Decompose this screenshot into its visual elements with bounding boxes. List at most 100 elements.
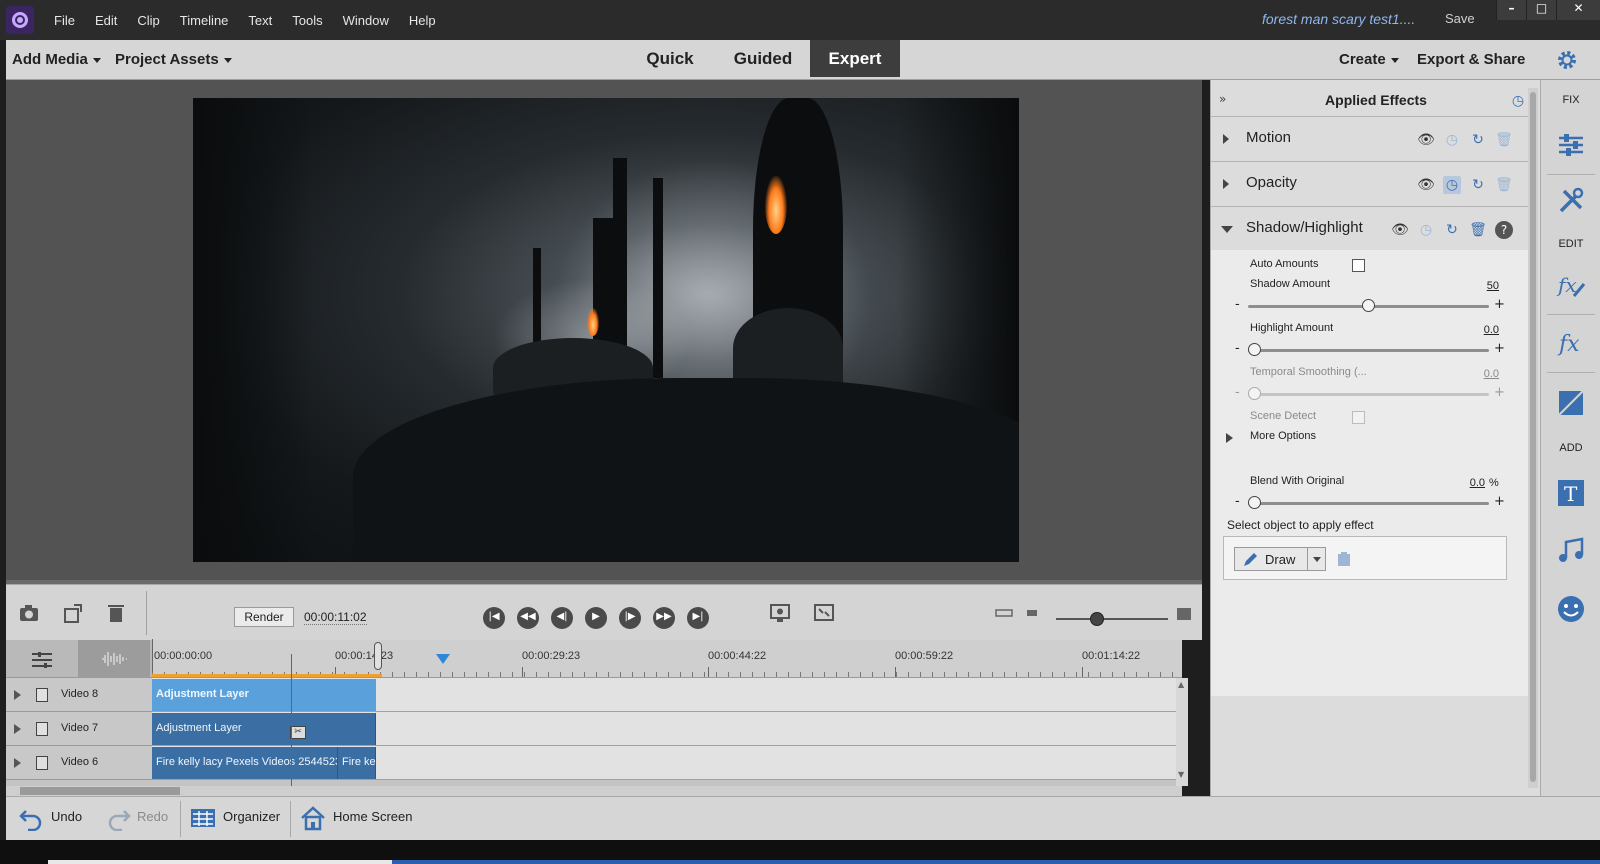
timeline-clip[interactable]: Fire ke [338, 747, 376, 779]
track-header-video-6[interactable]: Video 6 [6, 746, 152, 780]
work-area-end-handle[interactable] [374, 642, 382, 670]
add-media-button[interactable]: Add Media [12, 51, 101, 68]
minimize-button[interactable]: – [1496, 0, 1526, 20]
titles-text-icon[interactable]: T [1556, 478, 1586, 508]
menu-tools[interactable]: Tools [282, 13, 332, 28]
eye-icon[interactable]: 👁 [1391, 221, 1409, 239]
track-header-video-7[interactable]: Video 7 [6, 712, 152, 746]
stopwatch-icon[interactable]: ◷ [1443, 176, 1461, 194]
fast-forward-button[interactable]: ▶▶ [653, 607, 675, 629]
slider-knob[interactable] [1248, 343, 1261, 356]
help-icon[interactable]: ? [1495, 221, 1513, 239]
menu-timeline[interactable]: Timeline [170, 13, 239, 28]
track-options-icon[interactable] [30, 650, 54, 670]
decrease-icon[interactable]: - [1235, 341, 1240, 356]
undo-button[interactable]: Undo [51, 809, 82, 824]
eye-icon[interactable]: 👁 [1417, 176, 1435, 194]
timeline-clip[interactable]: Adjustment Layer [152, 713, 376, 745]
menu-help[interactable]: Help [399, 13, 446, 28]
reset-icon[interactable]: ↻ [1469, 131, 1487, 149]
trash-icon[interactable] [104, 601, 128, 625]
highlight-amount-slider[interactable] [1248, 343, 1489, 356]
clipboard-icon[interactable] [1336, 551, 1352, 567]
zoom-out-icon[interactable] [994, 605, 1014, 621]
music-note-icon[interactable] [1556, 536, 1586, 566]
redo-button[interactable]: Redo [137, 809, 168, 824]
track-header-video-8[interactable]: Video 8 [6, 678, 152, 712]
home-screen-button[interactable]: Home Screen [333, 809, 412, 824]
scroll-up-icon[interactable]: ▲ [1178, 680, 1184, 689]
chevron-down-icon[interactable] [1313, 557, 1321, 562]
graphics-smiley-icon[interactable] [1556, 594, 1586, 624]
rewind-button[interactable]: ◀◀ [517, 607, 539, 629]
tools-icon[interactable] [1556, 186, 1586, 216]
go-to-start-button[interactable]: |◀ [483, 607, 505, 629]
effect-row-opacity[interactable]: Opacity 👁 ◷ ↻ 🗑 [1211, 161, 1529, 206]
step-forward-button[interactable]: |▶ [619, 607, 641, 629]
tab-expert[interactable]: Expert [810, 40, 900, 77]
play-button[interactable]: ▶ [585, 607, 607, 629]
reset-icon[interactable]: ↻ [1469, 176, 1487, 194]
expand-effect-icon[interactable] [1223, 179, 1229, 189]
rotate-clip-icon[interactable] [62, 601, 86, 625]
more-options-expand-icon[interactable] [1226, 433, 1233, 443]
render-button[interactable]: Render [234, 607, 294, 627]
zoom-small-icon[interactable] [1026, 607, 1038, 619]
effects-edit-icon[interactable]: fx [1556, 270, 1586, 300]
increase-icon[interactable]: + [1494, 341, 1505, 356]
transitions-icon[interactable] [1556, 388, 1586, 418]
current-timecode[interactable]: 00:00:11:02 [304, 610, 367, 625]
stopwatch-icon[interactable]: ◷ [1443, 131, 1461, 149]
trash-icon[interactable]: 🗑 [1495, 176, 1513, 194]
decrease-icon[interactable]: - [1235, 494, 1240, 509]
effect-row-motion[interactable]: Motion 👁 ◷ ↻ 🗑 [1211, 116, 1529, 161]
blend-slider[interactable] [1248, 496, 1489, 509]
gear-icon[interactable] [1556, 49, 1578, 71]
scroll-thumb[interactable] [20, 787, 180, 795]
expand-track-icon[interactable] [14, 690, 21, 700]
export-share-button[interactable]: Export & Share [1417, 51, 1525, 68]
expand-effect-icon[interactable] [1223, 134, 1229, 144]
go-to-end-button[interactable]: ▶| [687, 607, 709, 629]
track-lane-video-7[interactable]: Adjustment Layer ✂ [152, 712, 1182, 746]
timeline-zoom-slider[interactable] [1056, 612, 1168, 626]
shadow-amount-slider[interactable] [1248, 299, 1489, 312]
fullscreen-icon[interactable] [812, 601, 836, 625]
tab-guided[interactable]: Guided [718, 40, 808, 77]
blend-value[interactable]: 0.0 [1461, 477, 1485, 489]
project-assets-button[interactable]: Project Assets [115, 51, 232, 68]
menu-clip[interactable]: Clip [127, 13, 169, 28]
expand-track-icon[interactable] [14, 724, 21, 734]
effects-panel-scrollbar[interactable] [1528, 88, 1538, 788]
create-button[interactable]: Create [1339, 51, 1399, 68]
highlight-amount-value[interactable]: 0.0 [1471, 324, 1499, 336]
increase-icon[interactable]: + [1494, 494, 1505, 509]
playhead-line[interactable] [291, 654, 292, 786]
render-preview-icon[interactable] [768, 601, 792, 625]
timeline-clip[interactable]: Adjustment Layer [152, 679, 376, 711]
reset-icon[interactable]: ↻ [1443, 221, 1461, 239]
menu-file[interactable]: File [44, 13, 85, 28]
home-icon[interactable] [300, 805, 326, 831]
zoom-in-icon[interactable] [1176, 607, 1192, 621]
timeline-horizontal-scrollbar[interactable] [6, 786, 1182, 796]
keyframe-stopwatch-icon[interactable]: ◷ [1509, 92, 1527, 110]
timeline-ruler[interactable]: 00:00:00:00 00:00:14:23 00:00:29:23 00:0… [152, 639, 1182, 678]
work-area-bar[interactable] [152, 674, 382, 677]
menu-window[interactable]: Window [333, 13, 399, 28]
track-lane-video-6[interactable]: Fire kelly lacy Pexels Videos 2544523 Fi… [152, 746, 1182, 780]
draw-button[interactable]: Draw [1234, 547, 1326, 571]
increase-icon[interactable]: + [1494, 297, 1505, 312]
scroll-down-icon[interactable]: ▼ [1178, 770, 1184, 779]
stopwatch-icon[interactable]: ◷ [1417, 221, 1435, 239]
maximize-button[interactable]: □ [1526, 0, 1556, 20]
track-lane-video-8[interactable]: Adjustment Layer [152, 678, 1182, 712]
trash-icon[interactable]: 🗑 [1469, 221, 1487, 239]
auto-amounts-checkbox[interactable] [1352, 259, 1365, 272]
zoom-slider-knob[interactable] [1090, 612, 1105, 626]
app-logo-icon[interactable] [6, 6, 34, 34]
adjustments-icon[interactable] [1556, 130, 1586, 160]
scroll-thumb[interactable] [1530, 92, 1536, 782]
step-back-button[interactable]: ◀| [551, 607, 573, 629]
tab-quick[interactable]: Quick [630, 40, 710, 77]
